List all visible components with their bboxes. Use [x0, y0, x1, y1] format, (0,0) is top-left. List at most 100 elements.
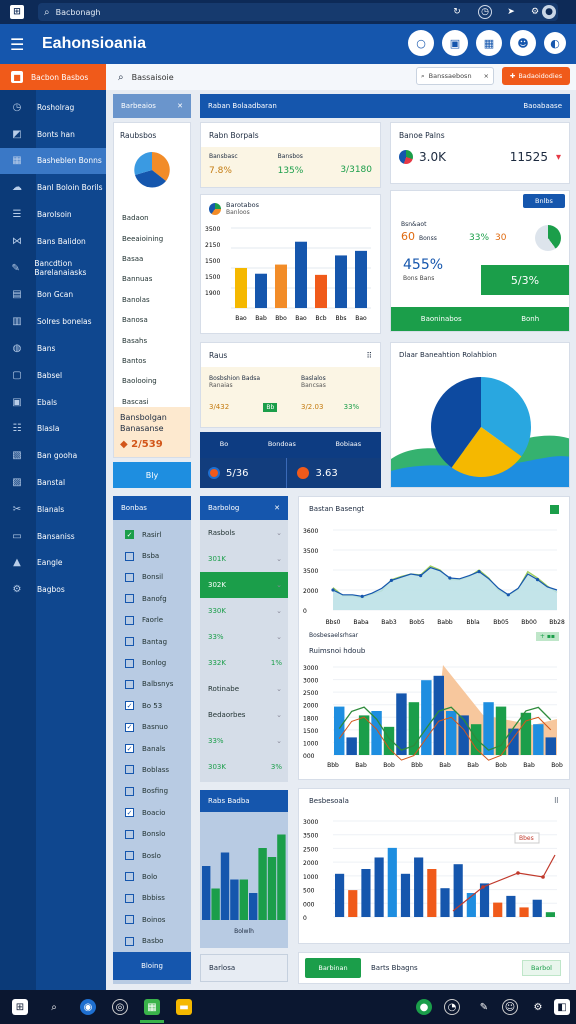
clear-icon[interactable]: × [484, 72, 489, 80]
checklist-row[interactable]: ✓ Rasirl [113, 524, 191, 545]
profile-icon[interactable]: ● [542, 5, 556, 19]
chart-a-badge[interactable]: + ▪▪ [535, 632, 559, 641]
col1-button[interactable]: Bly [113, 462, 191, 488]
notification-icon[interactable]: ○ [408, 30, 434, 56]
app-icon[interactable]: ⊞ [10, 5, 24, 19]
dark-bar-a[interactable]: Bo [220, 440, 228, 448]
values-row[interactable]: 303K 3% [200, 754, 288, 780]
store-icon[interactable]: ▦ [144, 999, 160, 1015]
user-avatar[interactable]: ☻ [510, 30, 536, 56]
search-label[interactable]: Bassaisoie [132, 73, 174, 82]
checklist-row[interactable]: Bonsil [113, 567, 191, 588]
sidebar-header[interactable]: ■ Bacbon Basbos [0, 64, 106, 90]
checkbox[interactable] [125, 829, 134, 839]
values-row[interactable]: 33% ⌄ [200, 728, 288, 754]
checkbox[interactable] [125, 786, 134, 796]
checkbox[interactable] [125, 765, 134, 775]
col1-list-item[interactable]: Beeaioining [114, 228, 190, 248]
col1-list-item[interactable]: Basaa [114, 249, 190, 269]
values-row[interactable]: 302K ⌄ [200, 572, 288, 598]
search-input[interactable]: ⌕ Banssaebosn × [416, 67, 494, 85]
sidebar-item-15[interactable]: ✂ Blanals [0, 496, 106, 523]
checklist-row[interactable]: Banofg [113, 588, 191, 609]
col1-list-item[interactable]: Banosa [114, 310, 190, 330]
checkbox[interactable] [125, 851, 134, 861]
browser-icon[interactable]: ◉ [80, 999, 96, 1015]
col1-list-item[interactable]: Baolooing [114, 371, 190, 391]
notification-icon[interactable]: ◔ [444, 999, 460, 1015]
checkbox[interactable] [125, 893, 134, 903]
checklist-row[interactable]: Bbbiss [113, 888, 191, 909]
sidebar-item-18[interactable]: ⚙ Bagbos [0, 576, 106, 603]
values-footer[interactable]: Barlosa [200, 954, 288, 982]
folder-icon[interactable]: ▬ [176, 999, 192, 1015]
green-bar[interactable]: Baoninabos Bonh [391, 307, 569, 331]
close-icon[interactable]: ✕ [274, 504, 280, 512]
refresh-icon[interactable]: ↻ [450, 5, 464, 19]
checkbox[interactable] [125, 658, 134, 668]
close-icon[interactable]: ✕ [177, 102, 183, 110]
progress-card-button[interactable]: Bnlbs [523, 194, 565, 208]
checkbox[interactable]: ✓ [125, 701, 134, 711]
col1-list-item[interactable]: Badaon [114, 208, 190, 228]
checklist-row[interactable]: Boinos [113, 909, 191, 930]
checklist-row[interactable]: ✓ Boacio [113, 802, 191, 823]
dark-bar-b[interactable]: Bondoas [268, 440, 296, 448]
checklist-row[interactable]: Bsba [113, 545, 191, 566]
checklist-row[interactable]: Bosfing [113, 781, 191, 802]
checkbox[interactable] [125, 551, 134, 561]
sidebar-item-3[interactable]: ☁ Banl Boloin Borils [0, 174, 106, 201]
address-bar[interactable]: ⌕ Bacbonagh ↻ ◷ ➤ ⚙ ● [38, 3, 558, 21]
checkbox[interactable] [125, 679, 134, 689]
footer-button[interactable]: Barbinan [305, 958, 361, 978]
send-icon[interactable]: ➤ [504, 5, 518, 19]
checklist-row[interactable]: Bantag [113, 631, 191, 652]
sidebar-item-5[interactable]: ⋈ Bans Balidon [0, 228, 106, 255]
checklist-row[interactable]: Bonlog [113, 652, 191, 673]
col1-list-item[interactable]: Bannuas [114, 269, 190, 289]
checkbox[interactable] [125, 872, 134, 882]
sidebar-item-13[interactable]: ▧ Ban gooha [0, 442, 106, 469]
values-row[interactable]: Rasbols ⌄ [200, 520, 288, 546]
checkbox[interactable] [125, 936, 134, 946]
emoji-icon[interactable]: ☺ [502, 999, 518, 1015]
checkbox[interactable]: ✓ [125, 530, 134, 540]
more-icon[interactable]: ◐ [544, 32, 566, 54]
sidebar-item-6[interactable]: ✎ Bancdtion Barelanaiasks [0, 255, 106, 282]
settings-icon[interactable]: ⚙ [528, 5, 542, 19]
sidebar-item-10[interactable]: ▢ Babsel [0, 362, 106, 389]
chart-a-legend-icon[interactable] [550, 505, 559, 514]
sidebar-item-2[interactable]: ▦ Basheblen Bonns [0, 147, 106, 175]
checklist-row[interactable]: Bonslo [113, 823, 191, 844]
search-icon[interactable]: ⌕ [46, 999, 62, 1015]
values-row[interactable]: 332K 1% [200, 650, 288, 676]
values-row[interactable]: 301K ⌄ [200, 546, 288, 572]
drag-icon[interactable]: ⠿ [554, 797, 559, 805]
values-row[interactable]: Rotinabe ⌄ [200, 676, 288, 702]
sidebar-item-8[interactable]: ▥ Solres bonelas [0, 308, 106, 335]
sidebar-item-11[interactable]: ▣ Ebals [0, 389, 106, 416]
tray-icon[interactable]: ◧ [554, 999, 570, 1015]
checklist-button[interactable]: Bloing [113, 952, 191, 980]
checklist-row[interactable]: ✓ Banals [113, 738, 191, 759]
settings-icon[interactable]: ⚙ [530, 999, 546, 1015]
checkbox[interactable] [125, 637, 134, 647]
checkbox[interactable] [125, 572, 134, 582]
status-icon[interactable]: ● [416, 999, 432, 1015]
dark-bar-c[interactable]: Bobiaas [335, 440, 361, 448]
checklist-row[interactable]: Boslo [113, 845, 191, 866]
pen-icon[interactable]: ✎ [476, 999, 492, 1015]
checkbox[interactable]: ✓ [125, 722, 134, 732]
checkbox[interactable] [125, 915, 134, 925]
values-row[interactable]: Bedaorbes ⌄ [200, 702, 288, 728]
checklist-row[interactable]: Faorle [113, 610, 191, 631]
checkbox[interactable]: ✓ [125, 744, 134, 754]
checklist-row[interactable]: Boblass [113, 759, 191, 780]
sidebar-item-14[interactable]: ▨ Banstal [0, 469, 106, 496]
checklist-row[interactable]: ✓ Basnuo [113, 717, 191, 738]
chat-icon[interactable]: ▣ [442, 30, 468, 56]
sidebar-item-1[interactable]: ◩ Bonts han [0, 121, 106, 148]
sidebar-item-7[interactable]: ▤ Bon Gcan [0, 282, 106, 309]
search-action-button[interactable]: ✚ Badaoidodies [502, 67, 570, 85]
footer-right-button[interactable]: Barbol [521, 960, 561, 976]
